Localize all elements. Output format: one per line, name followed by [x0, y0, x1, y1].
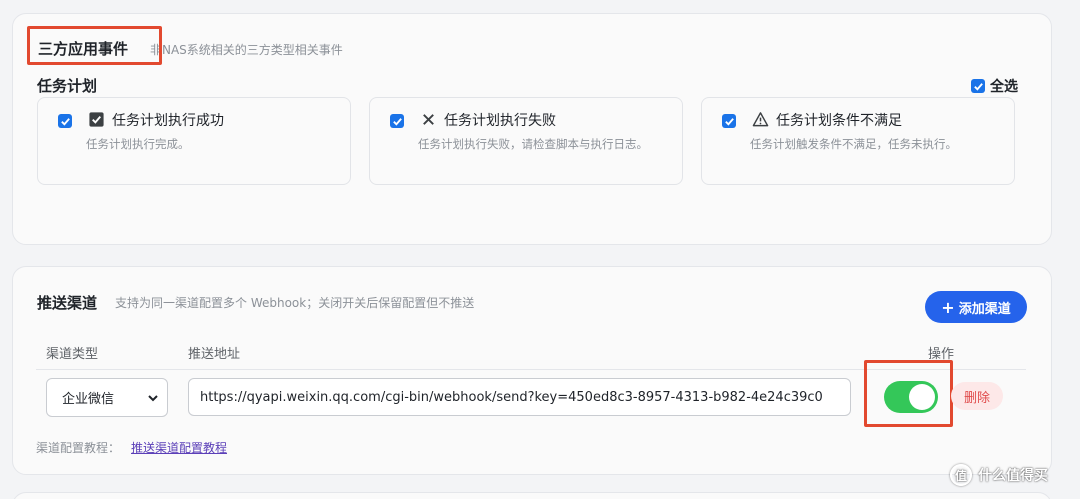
- add-channel-label: 添加渠道: [958, 301, 1011, 317]
- add-channel-button[interactable]: + 添加渠道: [925, 291, 1027, 323]
- channel-type-value: 企业微信: [62, 392, 115, 407]
- checkbox-checked-icon[interactable]: [722, 114, 736, 128]
- watermark-text: 什么值得买: [978, 468, 1048, 484]
- third-party-section-desc: 非NAS系统相关的三方类型相关事件: [150, 43, 343, 57]
- checkbox-checked-icon[interactable]: [390, 114, 404, 128]
- tutorial-link[interactable]: 推送渠道配置教程: [131, 439, 227, 456]
- tutorial-label: 渠道配置教程：: [36, 441, 121, 455]
- push-url-input[interactable]: https://qyapi.weixin.qq.com/cgi-bin/webh…: [188, 378, 851, 416]
- task-title: 任务计划条件不满足: [776, 113, 902, 129]
- task-card-success[interactable]: 任务计划执行成功 任务计划执行完成。: [37, 97, 351, 185]
- check-box-icon: [88, 111, 105, 128]
- task-desc: 任务计划触发条件不满足，任务未执行。: [750, 137, 957, 151]
- task-desc: 任务计划执行完成。: [86, 137, 190, 151]
- smzdm-logo-icon: 值: [950, 464, 972, 486]
- select-all-checkbox[interactable]: 全选: [971, 76, 1018, 96]
- task-desc: 任务计划执行失败，请检查脚本与执行日志。: [418, 137, 648, 151]
- checkbox-checked-icon[interactable]: [58, 114, 72, 128]
- push-section-desc: 支持为同一渠道配置多个 Webhook；关闭开关后保留配置但不推送: [115, 296, 475, 310]
- task-title: 任务计划执行成功: [112, 113, 224, 129]
- highlight-box-toggle: [864, 360, 953, 427]
- next-card-partial: [12, 492, 1052, 499]
- task-title: 任务计划执行失败: [444, 113, 556, 129]
- chevron-down-icon: [148, 395, 158, 402]
- task-plan-group-title: 任务计划: [37, 77, 98, 95]
- task-card-condition-unmet[interactable]: 任务计划条件不满足 任务计划触发条件不满足，任务未执行。: [701, 97, 1015, 185]
- channel-type-select[interactable]: 企业微信: [46, 378, 168, 417]
- push-section-title: 推送渠道: [37, 294, 98, 312]
- column-header-type: 渠道类型: [46, 347, 99, 362]
- x-icon: [420, 111, 437, 128]
- checkbox-checked-icon: [971, 79, 985, 93]
- highlight-box-title: [27, 26, 162, 65]
- warning-icon: [752, 111, 769, 128]
- task-card-failure[interactable]: 任务计划执行失败 任务计划执行失败，请检查脚本与执行日志。: [369, 97, 683, 185]
- select-all-label: 全选: [990, 79, 1018, 95]
- plus-icon: +: [941, 297, 955, 317]
- delete-button[interactable]: 删除: [951, 382, 1003, 410]
- watermark: 值 什么值得买: [950, 462, 1048, 488]
- column-header-url: 推送地址: [188, 347, 241, 362]
